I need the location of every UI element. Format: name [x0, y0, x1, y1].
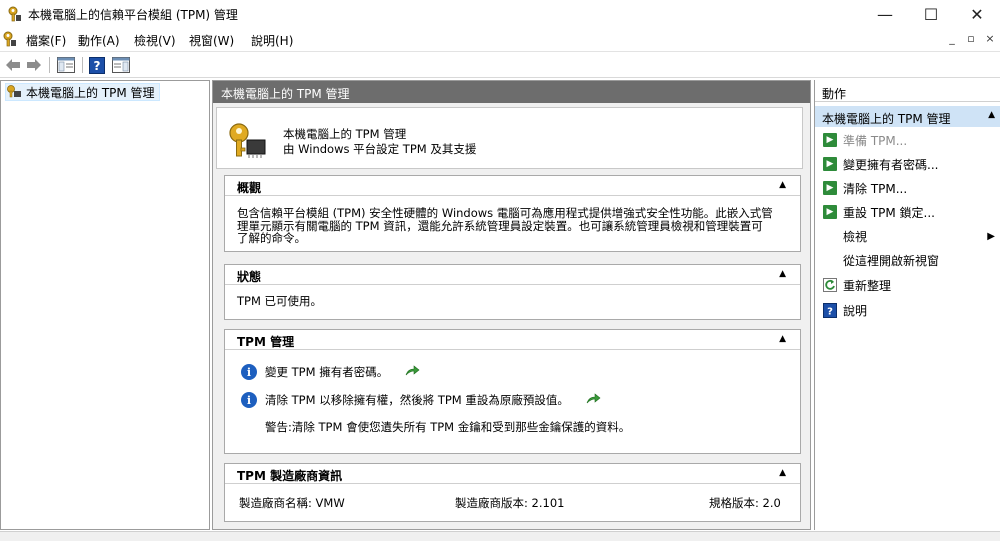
help-icon: ? [823, 302, 837, 318]
action-label: 說明 [843, 303, 868, 318]
toolbar: ? [0, 51, 1000, 78]
manufacturer-name: 製造廠商名稱: VMW [239, 496, 345, 510]
collapse-icon[interactable]: ▲ [779, 468, 786, 478]
tpm-key-icon [6, 84, 22, 101]
action-prepare-tpm[interactable]: ▶ 準備 TPM... [823, 130, 907, 150]
collapse-icon[interactable]: ▲ [779, 269, 786, 279]
tpm-key-icon[interactable] [3, 31, 17, 50]
spec-version: 規格版本: 2.0 [709, 496, 781, 510]
manufacturer-version: 製造廠商版本: 2.101 [455, 496, 565, 510]
center-pane: 本機電腦上的 TPM 管理 本機電腦上的 TPM 管理 由 Windows 平台… [212, 80, 811, 530]
section-overview: 概觀 ▲ 包含信賴平台模組 (TPM) 安全性硬體的 Windows 電腦可為應… [224, 175, 801, 252]
actions-subheader[interactable]: 本機電腦上的 TPM 管理 ▲ [815, 106, 1000, 127]
action-label: 從這裡開啟新視窗 [843, 253, 940, 268]
section-status: 狀態 ▲ TPM 已可使用。 [224, 264, 801, 320]
status-bar [0, 531, 1000, 541]
info-subtitle: 由 Windows 平台設定 TPM 及其支援 [283, 142, 477, 156]
menu-action[interactable]: 動作(A) [78, 32, 120, 49]
collapse-icon[interactable]: ▲ [988, 110, 995, 120]
menu-window[interactable]: 視窗(W) [189, 32, 234, 49]
section-header[interactable]: 狀態 ▲ [225, 265, 800, 285]
section-title: 狀態 [237, 270, 262, 284]
help-icon[interactable]: ? [88, 56, 106, 74]
action-arrow-icon: ▶ [823, 181, 837, 195]
action-label: 檢視 [843, 229, 868, 244]
action-label: 重新整理 [843, 278, 892, 293]
action-label: 準備 TPM... [843, 133, 908, 148]
action-clear-tpm[interactable]: ▶ 清除 TPM... [823, 178, 907, 198]
forward-icon[interactable] [25, 56, 43, 74]
svg-text:?: ? [827, 306, 833, 317]
action-arrow-icon: ▶ [823, 205, 837, 219]
info-icon: i [241, 364, 257, 380]
show-hide-console-tree-icon[interactable] [56, 56, 76, 74]
action-label: 重設 TPM 鎖定... [843, 205, 935, 220]
info-box: 本機電腦上的 TPM 管理 由 Windows 平台設定 TPM 及其支援 [216, 107, 803, 169]
refresh-icon [823, 278, 837, 292]
tree-item-tpm-management[interactable]: 本機電腦上的 TPM 管理 [5, 83, 160, 101]
title-bar: 本機電腦上的信賴平台模組 (TPM) 管理 — ☐ ✕ [0, 0, 1000, 28]
action-label: 變更擁有者密碼... [843, 157, 939, 172]
action-view[interactable]: 檢視 ▶ [823, 226, 995, 246]
back-icon[interactable] [4, 56, 22, 74]
center-content: 本機電腦上的 TPM 管理 由 Windows 平台設定 TPM 及其支援 概觀… [213, 103, 810, 529]
menu-view[interactable]: 檢視(V) [134, 32, 176, 49]
menu-file[interactable]: 檔案(F) [26, 32, 66, 49]
action-arrow-icon: ▶ [823, 157, 837, 171]
section-manufacturer-info: TPM 製造廠商資訊 ▲ 製造廠商名稱: VMW 製造廠商版本: 2.101 規… [224, 463, 801, 522]
minimize-button[interactable]: — [862, 0, 908, 28]
maximize-button[interactable]: ☐ [908, 0, 954, 28]
actions-pane: 動作 本機電腦上的 TPM 管理 ▲ ▶ 準備 TPM... ▶ 變更擁有者密碼… [814, 80, 1000, 530]
overview-text-line: 理單元顯示有關電腦的 TPM 資訊，還能允許系統管理員設定裝置。也可讓系統管理員… [237, 219, 763, 233]
section-tpm-management: TPM 管理 ▲ i 變更 TPM 擁有者密碼。 i 清除 TPM 以移除擁有權… [224, 329, 801, 454]
action-help[interactable]: ? 說明 [823, 300, 867, 320]
mdi-restore-button[interactable]: ▫ [963, 32, 979, 47]
actions-header: 動作 [815, 82, 1000, 102]
tree-item-label: 本機電腦上的 TPM 管理 [26, 85, 155, 100]
menu-help[interactable]: 說明(H) [251, 32, 293, 49]
center-header: 本機電腦上的 TPM 管理 [213, 81, 810, 103]
action-new-window[interactable]: 從這裡開啟新視窗 [823, 250, 939, 270]
section-header[interactable]: TPM 管理 ▲ [225, 330, 800, 350]
tpm-key-chip-icon [227, 122, 267, 163]
section-title: TPM 管理 [237, 335, 295, 349]
warning-text: 警告:清除 TPM 會使您遺失所有 TPM 金鑰和受到那些金鑰保護的資料。 [265, 420, 631, 434]
action-change-owner-password[interactable]: ▶ 變更擁有者密碼... [823, 154, 938, 174]
mdi-minimize-button[interactable]: _ [944, 32, 960, 47]
action-label: 清除 TPM... [843, 181, 908, 196]
show-hide-action-pane-icon[interactable] [111, 56, 131, 74]
console-tree: 本機電腦上的 TPM 管理 [0, 80, 210, 530]
svg-text:?: ? [94, 59, 101, 73]
management-item-text: 變更 TPM 擁有者密碼。 [265, 365, 389, 379]
management-item: i 變更 TPM 擁有者密碼。 [241, 364, 420, 380]
section-title: TPM 製造廠商資訊 [237, 469, 343, 483]
toolbar-separator [49, 57, 50, 73]
action-arrow-icon: ▶ [823, 133, 837, 147]
close-button[interactable]: ✕ [954, 0, 1000, 28]
menu-bar: 檔案(F) 動作(A) 檢視(V) 視窗(W) 說明(H) _ ▫ × [0, 28, 1000, 50]
submenu-arrow-icon: ▶ [987, 230, 995, 242]
management-item: i 清除 TPM 以移除擁有權，然後將 TPM 重設為原廠預設值。 [241, 392, 601, 408]
management-item-text: 清除 TPM 以移除擁有權，然後將 TPM 重設為原廠預設值。 [265, 393, 569, 407]
link-arrow-icon[interactable] [404, 364, 420, 380]
collapse-icon[interactable]: ▲ [779, 334, 786, 344]
section-header[interactable]: 概觀 ▲ [225, 176, 800, 196]
section-title: 概觀 [237, 181, 262, 195]
action-refresh[interactable]: 重新整理 [823, 275, 891, 295]
info-title: 本機電腦上的 TPM 管理 [283, 127, 407, 141]
link-arrow-icon[interactable] [585, 392, 601, 408]
actions-subheader-label: 本機電腦上的 TPM 管理 [822, 112, 951, 126]
mdi-close-button[interactable]: × [982, 32, 998, 47]
section-header[interactable]: TPM 製造廠商資訊 ▲ [225, 464, 800, 484]
status-text: TPM 已可使用。 [237, 294, 323, 308]
toolbar-separator [82, 57, 83, 73]
action-reset-tpm-lockout[interactable]: ▶ 重設 TPM 鎖定... [823, 202, 935, 222]
tpm-key-icon [8, 6, 22, 25]
info-icon: i [241, 392, 257, 408]
collapse-icon[interactable]: ▲ [779, 180, 786, 190]
window-title: 本機電腦上的信賴平台模組 (TPM) 管理 [28, 8, 238, 22]
overview-text-line: 了解的命令。 [237, 231, 306, 245]
